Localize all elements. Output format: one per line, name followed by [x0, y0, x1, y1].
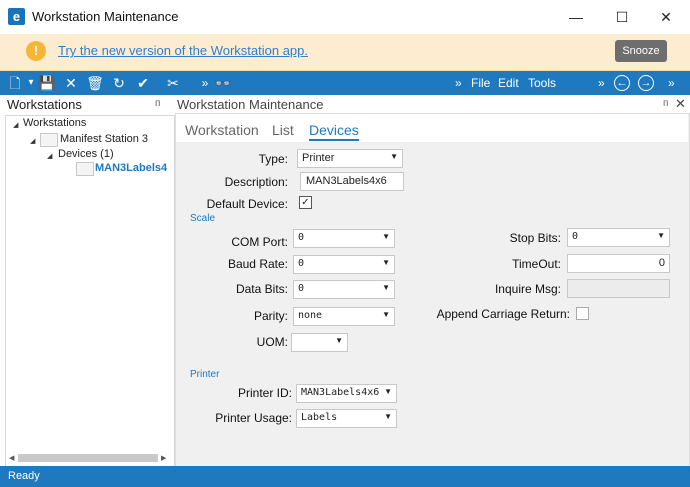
inquire-msg-label: Inquire Msg:	[494, 282, 561, 296]
chevron-down-icon: ▼	[657, 231, 665, 240]
com-port-label: COM Port:	[231, 235, 288, 249]
trash-icon[interactable]: 🗑	[86, 73, 104, 93]
stop-bits-select[interactable]: 0 ▼	[567, 228, 670, 247]
timeout-label: TimeOut:	[512, 257, 561, 271]
printer-section-heading: Printer	[190, 369, 220, 380]
append-carriage-return-checkbox[interactable]	[576, 307, 589, 320]
scroll-right-icon[interactable]: ▶	[161, 454, 166, 462]
printer-usage-select[interactable]: Labels ▼	[296, 409, 397, 428]
expand-icon[interactable]: ◢	[30, 137, 35, 145]
uom-label: UOM:	[256, 335, 288, 349]
app-logo-icon: e	[8, 8, 25, 25]
status-bar	[0, 466, 690, 487]
workstations-panel-title: Workstations	[7, 97, 82, 112]
tab-list[interactable]: List	[272, 122, 294, 138]
printer-id-label: Printer ID:	[237, 386, 292, 400]
printer-usage-label: Printer Usage:	[215, 411, 292, 425]
refresh-icon[interactable]: ↻	[110, 73, 128, 93]
baud-rate-label: Baud Rate:	[227, 257, 288, 271]
baud-rate-select[interactable]: 0 ▼	[293, 255, 395, 274]
back-icon[interactable]: ←	[614, 75, 630, 91]
menu-edit[interactable]: Edit	[498, 76, 519, 90]
maximize-button[interactable]: ☐	[600, 4, 644, 30]
timeout-field[interactable]: 0	[567, 254, 670, 273]
chevron-down-icon: ▼	[382, 310, 390, 319]
parity-label: Parity:	[253, 309, 288, 323]
close-button[interactable]: ✕	[644, 4, 688, 30]
horizontal-scrollbar[interactable]	[18, 454, 158, 462]
menu-more-icon[interactable]: »	[455, 76, 462, 90]
append-carriage-return-label: Append Carriage Return:	[436, 307, 570, 321]
default-device-label: Default Device:	[206, 197, 288, 211]
new-version-link[interactable]: Try the new version of the Workstation a…	[58, 43, 308, 58]
status-text: Ready	[8, 470, 40, 482]
description-label: Description:	[224, 175, 288, 189]
scale-section-heading: Scale	[190, 213, 216, 224]
chevron-down-icon: ▼	[390, 152, 398, 161]
panel-close-icon[interactable]: ✕	[675, 96, 686, 112]
menu-tools[interactable]: Tools	[528, 76, 556, 90]
tree-item-devices[interactable]: Devices (1)	[58, 148, 114, 160]
clear-icon[interactable]: ✔	[134, 73, 152, 93]
tab-devices[interactable]: Devices	[309, 122, 359, 141]
snooze-button[interactable]: Snooze	[615, 40, 667, 62]
chevron-down-icon: ▼	[382, 283, 390, 292]
tree-item-manifest-station[interactable]: Manifest Station 3	[60, 133, 148, 145]
pin-icon[interactable]: ᴨ	[663, 98, 668, 109]
type-select[interactable]: Printer ▼	[297, 149, 403, 168]
cut-icon[interactable]: ✂	[164, 73, 182, 93]
minimize-button[interactable]: —	[554, 4, 598, 30]
description-field[interactable]: MAN3Labels4x6	[300, 172, 404, 191]
type-label: Type:	[258, 152, 288, 166]
tree-item-workstations[interactable]: Workstations	[23, 117, 86, 129]
warning-icon: !	[26, 41, 46, 61]
save-icon[interactable]: 💾	[38, 73, 56, 93]
expand-icon[interactable]: ◢	[47, 152, 52, 160]
delete-icon[interactable]: ✕	[62, 73, 80, 93]
uom-select[interactable]: ▼	[291, 333, 348, 352]
parity-select[interactable]: none ▼	[293, 307, 395, 326]
chevron-down-icon: ▼	[335, 336, 343, 345]
chevron-down-icon: ▼	[384, 412, 392, 421]
maintenance-panel-title: Workstation Maintenance	[177, 97, 324, 112]
stop-bits-label: Stop Bits:	[509, 231, 561, 245]
default-device-checkbox[interactable]: ✓	[299, 196, 312, 209]
forward-icon[interactable]: →	[638, 75, 654, 91]
station-icon	[40, 133, 58, 147]
chevron-down-icon: ▼	[382, 232, 390, 241]
tab-workstation[interactable]: Workstation	[185, 122, 259, 138]
more-tools-icon[interactable]: »	[196, 73, 214, 93]
com-port-select[interactable]: 0 ▼	[293, 229, 395, 248]
printer-id-select[interactable]: MAN3Labels4x6 ▼	[296, 384, 397, 403]
window-title: Workstation Maintenance	[32, 9, 179, 24]
expand-icon[interactable]: ◢	[13, 121, 18, 129]
scroll-left-icon[interactable]: ◀	[9, 454, 14, 462]
chevron-down-icon: ▼	[384, 387, 392, 396]
chevron-down-icon: ▼	[382, 258, 390, 267]
menu-file[interactable]: File	[471, 76, 490, 90]
pin-icon[interactable]: ᴨ	[155, 98, 160, 109]
binoculars-icon[interactable]: 👓	[214, 73, 232, 93]
device-icon	[76, 162, 94, 176]
nav-more-icon[interactable]: »	[598, 76, 605, 90]
data-bits-label: Data Bits:	[235, 282, 288, 296]
overflow-icon[interactable]: »	[668, 76, 675, 90]
data-bits-select[interactable]: 0 ▼	[293, 280, 395, 299]
inquire-msg-field[interactable]	[567, 279, 670, 298]
